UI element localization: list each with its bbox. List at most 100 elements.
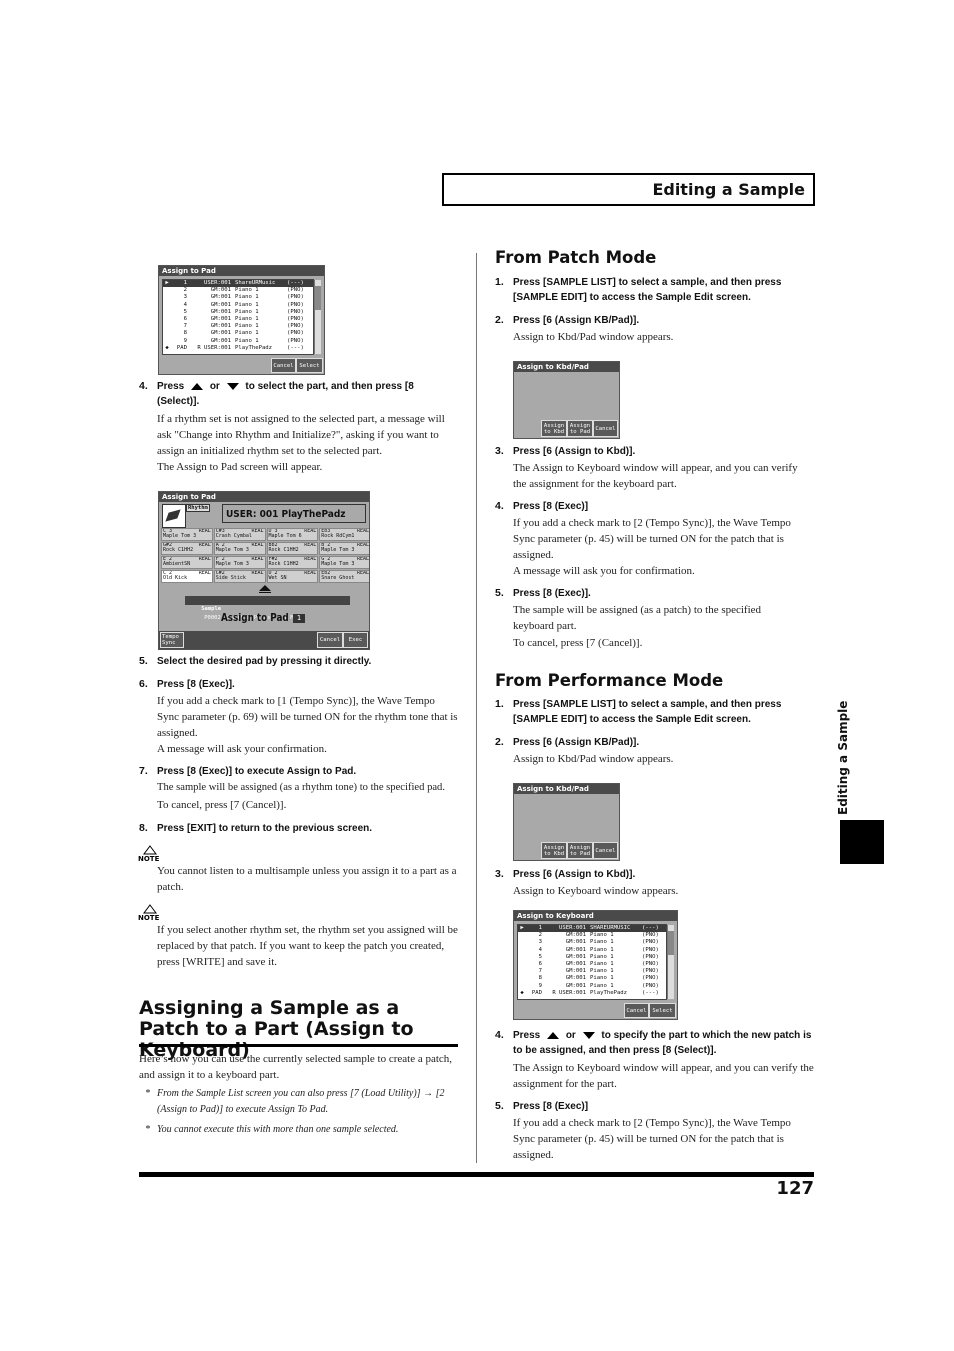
row-marker: ▶: [165, 280, 169, 286]
pad-button[interactable]: C 2 REAL Old Kick: [161, 570, 213, 583]
perf-step-3-body: Assign to Keyboard window appears.: [513, 885, 679, 897]
row-bank: GM:001: [210, 323, 231, 330]
svg-text:NOTE: NOTE: [138, 855, 160, 863]
row-marker: [163, 309, 171, 316]
pad-tone-name: Snare Ghost: [321, 575, 355, 581]
row-cat: (PNO): [642, 968, 659, 975]
pad-button[interactable]: A 2 REAL Maple Tom 3: [213, 542, 266, 555]
section-intro: Here’s how you can use the currently sel…: [139, 1053, 453, 1081]
perf-step-4: 4. Press or to specify the part to which…: [495, 1029, 812, 1056]
cancel-button[interactable]: Cancel: [593, 420, 618, 437]
patch-step-3-body: The Assign to Keyboard window will appea…: [513, 462, 798, 490]
list-row[interactable]: 7 GM:001 Piano 1 (PNO): [518, 968, 666, 975]
cancel-button[interactable]: Cancel: [593, 842, 618, 859]
patch-step-4-body-2: A message will ask you for confirmation.: [513, 565, 695, 577]
row-bank: GM:001: [210, 337, 231, 344]
pad-button[interactable]: Eb3 REAL Rock RdCym1: [319, 528, 369, 541]
row-name: ShareURMusic: [235, 280, 276, 286]
list-row[interactable]: 7 GM:001 Piano 1 (PNO): [163, 323, 313, 330]
pad-button[interactable]: D 2 REAL Wet SN: [266, 570, 319, 583]
assign-to-kbd-button[interactable]: Assign to Kbd: [541, 842, 567, 859]
side-tab-marker: [840, 820, 884, 864]
list-row[interactable]: 8 GM:001 Piano 1 (PNO): [163, 330, 313, 337]
row-part: 9: [183, 337, 187, 344]
pad-type: REAL: [304, 570, 317, 576]
pad-button[interactable]: G#2 REAL Rock C1HH2: [161, 542, 213, 555]
list-row[interactable]: ◆ PAD R USER:001 PlayThePadz (---): [518, 990, 666, 997]
pad-tone-name: Maple Tom 3: [321, 561, 355, 567]
pad-type: REAL: [356, 570, 369, 576]
select-button[interactable]: Select: [296, 358, 323, 373]
tempo-sync-checkbox[interactable]: Tempo Sync: [160, 632, 184, 648]
pad-type: REAL: [251, 528, 264, 534]
list-row[interactable]: 2 GM:001 Piano 1 (PNO): [518, 932, 666, 939]
assign-to-pad-button[interactable]: Assign to Pad: [567, 842, 593, 859]
row-bank: GM:001: [210, 315, 231, 322]
pad-type: REAL: [356, 528, 369, 534]
row-name: Piano 1: [590, 960, 614, 967]
pad-button[interactable]: E 2 REAL AmbientSN: [161, 556, 213, 569]
row-name: Piano 1: [235, 330, 259, 337]
row-name: Piano 1: [235, 337, 259, 344]
cancel-button[interactable]: Cancel: [317, 632, 343, 648]
list-row[interactable]: 2 GM:001 Piano 1 (PNO): [163, 287, 313, 294]
pad-button[interactable]: C#2 REAL Side Stick: [213, 570, 266, 583]
list-row[interactable]: ▶ 1 USER:001 SHAREURMUSIC (---): [518, 925, 666, 933]
list-row[interactable]: 5 GM:001 Piano 1 (PNO): [163, 309, 313, 316]
pad-button[interactable]: F 2 REAL Maple Tom 3: [213, 556, 266, 569]
row-bank: GM:001: [565, 939, 586, 946]
patch-step-4: 4. Press [8 (Exec)]: [495, 500, 589, 512]
performance-mode-heading: From Performance Mode: [495, 671, 724, 690]
row-marker: ◆: [165, 344, 169, 351]
list-row[interactable]: 3 GM:001 Piano 1 (PNO): [163, 294, 313, 301]
screen-assign-to-pad: Assign to Pad Rhythm USER: 001 PlayThePa…: [158, 491, 370, 650]
row-name: Piano 1: [235, 308, 259, 315]
cancel-button[interactable]: Cancel: [624, 1003, 649, 1018]
note-1-text: You cannot listen to a multisample unles…: [157, 865, 457, 893]
row-marker: [518, 932, 526, 939]
row-marker: [163, 302, 171, 309]
row-part: 2: [183, 287, 187, 294]
assign-to-pad-button[interactable]: Assign to Pad: [567, 420, 593, 437]
pad-button[interactable]: Eb2 REAL Snare Ghost: [319, 570, 369, 583]
row-part: 6: [538, 960, 542, 967]
list-row[interactable]: 3 GM:001 Piano 1 (PNO): [518, 939, 666, 946]
list-scrollbar[interactable]: [667, 925, 674, 999]
row-part: 7: [183, 323, 187, 330]
list-row[interactable]: 4 GM:001 Piano 1 (PNO): [163, 302, 313, 309]
row-bank: GM:001: [565, 932, 586, 939]
part-list: ▶ 1 USER:001 ShareURMusic (---) 2 GM:001 Piano …: [162, 279, 314, 355]
pad-button[interactable]: F#2 REAL Rock C1HH2: [266, 556, 319, 569]
list-row[interactable]: 4 GM:001 Piano 1 (PNO): [518, 947, 666, 954]
screen-assign-to-pad-list: Assign to Pad ▶ 1 USER:001 ShareURMusic (---…: [158, 265, 325, 375]
row-marker: [518, 968, 526, 975]
list-row[interactable]: 9 GM:001 Piano 1 (PNO): [163, 338, 313, 345]
row-part: PAD: [531, 989, 542, 996]
list-row[interactable]: 6 GM:001 Piano 1 (PNO): [518, 961, 666, 968]
pad-number-field[interactable]: 1: [293, 614, 305, 623]
cancel-button[interactable]: Cancel: [271, 358, 296, 373]
row-cat: (PNO): [287, 337, 304, 344]
step-7-body-2: To cancel, press [7 (Cancel)].: [157, 799, 287, 811]
pad-button[interactable]: C 3 REAL Maple Tom 3: [161, 528, 213, 541]
pad-button[interactable]: D 3 REAL Maple Tom 6: [266, 528, 319, 541]
row-name: Piano 1: [590, 953, 614, 960]
assign-to-kbd-button[interactable]: Assign to Kbd: [541, 420, 567, 437]
exec-button[interactable]: Exec: [343, 632, 368, 648]
row-part: PAD: [176, 344, 187, 351]
pad-button[interactable]: C#3 REAL Crash Cymbal: [213, 528, 266, 541]
list-row[interactable]: 8 GM:001 Piano 1 (PNO): [518, 975, 666, 982]
pad-button[interactable]: G 2 REAL Maple Tom 3: [319, 556, 369, 569]
row-marker: [163, 338, 171, 345]
pad-button[interactable]: B 2 REAL Maple Tom 3: [319, 542, 369, 555]
list-row[interactable]: 5 GM:001 Piano 1 (PNO): [518, 954, 666, 961]
list-row[interactable]: 9 GM:001 Piano 1 (PNO): [518, 983, 666, 990]
row-marker: [163, 294, 171, 301]
list-row[interactable]: ▶ 1 USER:001 ShareURMusic (---): [163, 280, 313, 288]
rhythm-icon: [162, 504, 186, 528]
list-row[interactable]: ◆ PAD R USER:001 PlayThePadz (---): [163, 345, 313, 352]
list-scrollbar[interactable]: [314, 280, 321, 354]
select-button[interactable]: Select: [649, 1003, 676, 1018]
pad-button[interactable]: Bb2 REAL Rock C1HH2: [266, 542, 319, 555]
list-row[interactable]: 6 GM:001 Piano 1 (PNO): [163, 316, 313, 323]
